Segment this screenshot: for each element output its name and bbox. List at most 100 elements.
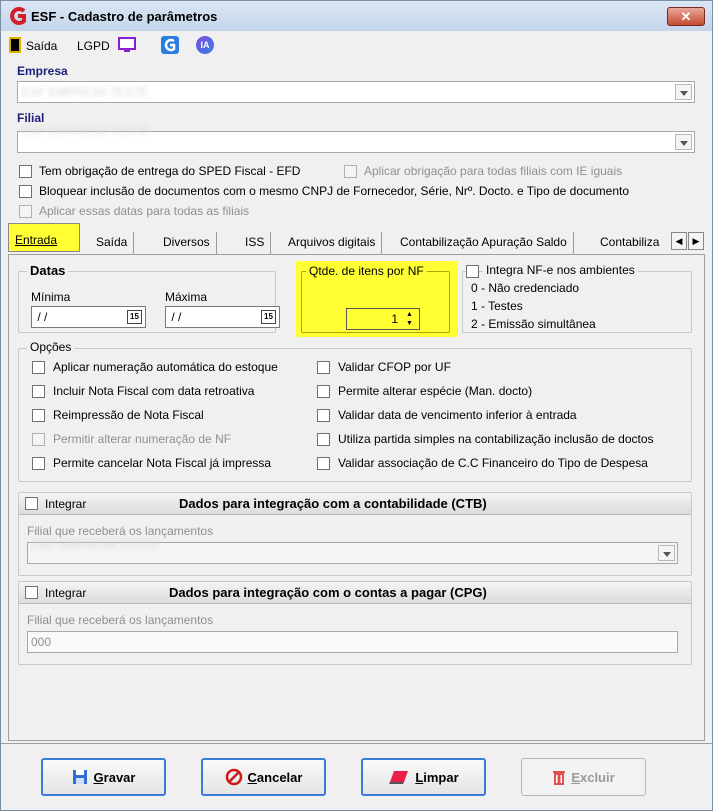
datas-group: Datas Mínima Máxima / / 15 / / 15 xyxy=(18,263,280,333)
ctb-filial-label: Filial que receberá os lançamentos xyxy=(27,524,214,538)
close-button[interactable]: ✕ xyxy=(667,7,705,26)
datas-min-label: Mínima xyxy=(31,290,71,304)
tab-scroll-right-icon[interactable]: ▶ xyxy=(688,232,704,250)
cpg-filial-input[interactable]: 000 xyxy=(27,631,678,653)
opt-left-0-label: Aplicar numeração automática do estoque xyxy=(53,360,278,374)
chevron-down-icon[interactable] xyxy=(675,84,692,100)
tab-arquivos-digitais[interactable]: Arquivos digitais xyxy=(282,232,383,254)
aplicar-ie-checkbox[interactable] xyxy=(344,165,357,178)
tab-contabilizacao[interactable]: Contabiliza xyxy=(594,232,674,254)
opt-left-0-checkbox[interactable] xyxy=(32,361,45,374)
tab-strip: Entrada Saída Diversos ISS Arquivos digi… xyxy=(8,223,708,254)
ctb-integrar-checkbox[interactable] xyxy=(25,497,38,510)
opt-right-4-label: Validar associação de C.C Financeiro do … xyxy=(338,456,648,470)
chevron-down-icon[interactable] xyxy=(675,134,692,150)
lgpd-label[interactable]: LGPD xyxy=(77,39,110,53)
tab-contabilizacao-apuracao[interactable]: Contabilização Apuração Saldo xyxy=(394,232,574,254)
opt-left-4-checkbox[interactable] xyxy=(32,457,45,470)
opt-right-0-checkbox[interactable] xyxy=(317,361,330,374)
integra-opt2: 2 - Emissão simultânea xyxy=(471,317,596,331)
title-bar: ESF - Cadastro de parâmetros ✕ xyxy=(1,1,712,31)
opt-left-1-label: Incluir Nota Fiscal com data retroativa xyxy=(53,384,255,398)
opt-right-2-checkbox[interactable] xyxy=(317,409,330,422)
app-logo-icon xyxy=(10,7,26,25)
integra-group: Integra NF-e nos ambientes 0 - Não crede… xyxy=(462,263,692,333)
integra-opt0: 0 - Não credenciado xyxy=(471,281,580,295)
floppy-disk-icon xyxy=(72,770,87,784)
ctb-filial-value: ESF EMPRESA TESTE xyxy=(32,537,159,551)
bloquear-label: Bloquear inclusão de documentos com o me… xyxy=(39,184,630,198)
eraser-icon xyxy=(389,771,409,784)
chevron-down-icon[interactable] xyxy=(658,545,675,561)
empresa-combo[interactable]: ESF EMPRESA TESTE xyxy=(17,81,695,103)
entrada-panel: Datas Mínima Máxima / / 15 / / 15 Qtde. … xyxy=(8,254,705,741)
cancel-icon xyxy=(225,768,242,786)
monitor-icon[interactable] xyxy=(118,37,136,54)
ctb-filial-combo[interactable]: ESF EMPRESA TESTE xyxy=(27,537,678,564)
aplicar-datas-checkbox[interactable] xyxy=(19,205,32,218)
delete-button[interactable]: Excluir xyxy=(521,758,646,796)
opt-right-2-label: Validar data de vencimento inferior à en… xyxy=(338,408,577,422)
cpg-integrar-label: Integrar xyxy=(45,586,87,600)
exit-label[interactable]: Saída xyxy=(26,39,57,53)
trash-icon xyxy=(553,771,566,785)
opcoes-group: Opções Aplicar numeração automática do e… xyxy=(18,340,692,482)
cpg-integrar-checkbox[interactable] xyxy=(25,586,38,599)
cpg-group: Integrar Dados para integração com o con… xyxy=(18,581,692,665)
window-title: ESF - Cadastro de parâmetros xyxy=(31,9,218,24)
empresa-value: ESF EMPRESA TESTE xyxy=(22,85,149,99)
opt-left-1-checkbox[interactable] xyxy=(32,385,45,398)
aplicar-ie-label: Aplicar obrigação para todas filiais com… xyxy=(364,164,623,178)
ctb-integrar-label: Integrar xyxy=(45,497,87,511)
qtde-label: Qtde. de itens por NF xyxy=(306,264,427,278)
data-maxima-input[interactable]: / / 15 xyxy=(165,306,280,328)
cpg-filial-value: 000 xyxy=(31,635,52,649)
integra-label: Integra NF-e nos ambientes xyxy=(483,263,638,277)
stepper-down-icon[interactable]: ▼ xyxy=(402,319,417,328)
ia-button[interactable]: IA xyxy=(196,36,214,54)
opt-left-2-checkbox[interactable] xyxy=(32,409,45,422)
integra-opt1: 1 - Testes xyxy=(471,299,523,313)
exit-door-icon[interactable] xyxy=(9,37,21,53)
cpg-header: Integrar Dados para integração com o con… xyxy=(19,582,691,604)
opt-right-0-label: Validar CFOP por UF xyxy=(338,360,451,374)
aplicar-datas-label: Aplicar essas datas para todas as filiai… xyxy=(39,204,250,218)
integra-checkbox[interactable] xyxy=(466,265,479,278)
opt-right-1-checkbox[interactable] xyxy=(317,385,330,398)
data-minima-input[interactable]: / / 15 xyxy=(31,306,146,328)
ctb-header: Integrar Dados para integração com a con… xyxy=(19,493,691,515)
opt-left-3-checkbox[interactable] xyxy=(32,433,45,446)
save-button[interactable]: Gravar xyxy=(41,758,166,796)
tab-diversos[interactable]: Diversos xyxy=(157,232,217,254)
opcoes-title: Opções xyxy=(27,340,75,354)
calendar-icon[interactable]: 15 xyxy=(261,310,276,324)
filial-value: ESF EMPRESA TESTE xyxy=(22,124,149,138)
opt-right-1-label: Permite alterar espécie (Man. docto) xyxy=(338,384,533,398)
ctb-group: Integrar Dados para integração com a con… xyxy=(18,492,692,576)
footer-divider xyxy=(1,743,712,744)
opt-left-2-label: Reimpressão de Nota Fiscal xyxy=(53,408,204,422)
opt-right-3-checkbox[interactable] xyxy=(317,433,330,446)
tab-saida[interactable]: Saída xyxy=(90,232,135,254)
qtde-stepper[interactable]: 1 ▲ ▼ xyxy=(346,308,420,330)
filial-combo[interactable]: ESF EMPRESA TESTE xyxy=(17,124,695,153)
g-logo-icon[interactable] xyxy=(161,36,179,54)
filial-label: Filial xyxy=(17,111,45,125)
cancel-button[interactable]: Cancelar xyxy=(201,758,326,796)
sped-label: Tem obrigação de entrega do SPED Fiscal … xyxy=(39,164,301,178)
qtde-group: Qtde. de itens por NF 1 ▲ ▼ xyxy=(301,264,450,333)
opt-right-4-checkbox[interactable] xyxy=(317,457,330,470)
bloquear-checkbox[interactable] xyxy=(19,185,32,198)
calendar-icon[interactable]: 15 xyxy=(127,310,142,324)
tab-scroll-left-icon[interactable]: ◀ xyxy=(671,232,687,250)
clear-button[interactable]: Limpar xyxy=(361,758,486,796)
cpg-filial-label: Filial que receberá os lançamentos xyxy=(27,613,214,627)
tab-iss[interactable]: ISS xyxy=(239,232,272,254)
tab-entrada[interactable]: Entrada xyxy=(8,223,80,252)
stepper-up-icon[interactable]: ▲ xyxy=(402,310,417,319)
cpg-title: Dados para integração com o contas a pag… xyxy=(169,585,487,600)
opt-right-3-label: Utiliza partida simples na contabilizaçã… xyxy=(338,432,654,446)
datas-max-label: Máxima xyxy=(165,290,208,304)
sped-checkbox[interactable] xyxy=(19,165,32,178)
ctb-title: Dados para integração com a contabilidad… xyxy=(179,496,487,511)
